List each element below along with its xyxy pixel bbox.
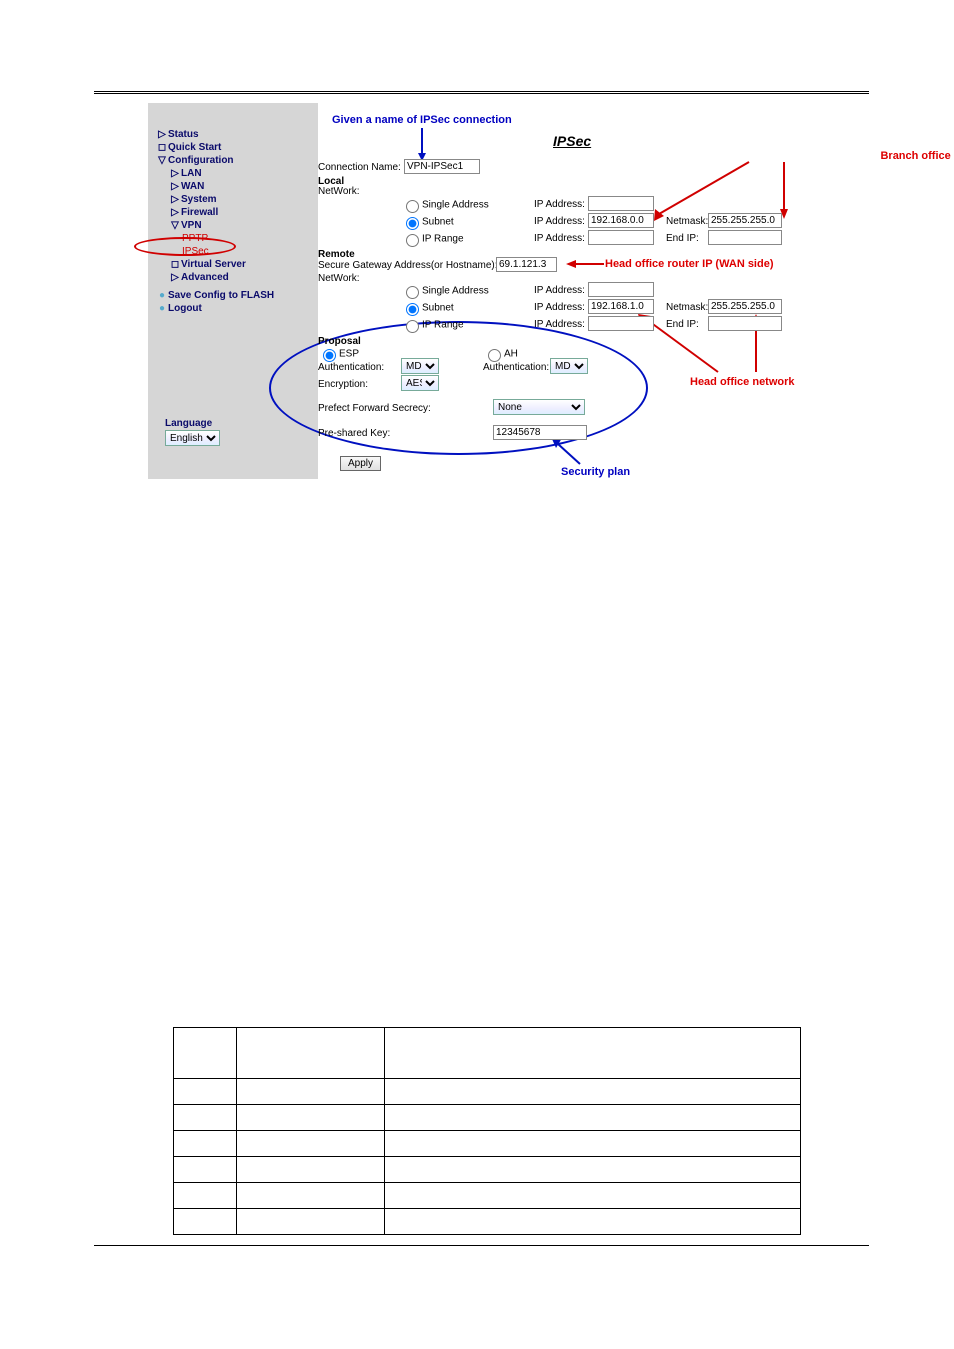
pfs-label: Prefect Forward Secrecy: <box>318 403 431 414</box>
screenshot-figure: ▷Status ◻Quick Start ▽Configuration ▷LAN… <box>148 103 869 479</box>
nav-wan[interactable]: ▷WAN <box>169 180 274 193</box>
remote-range-end-label: End IP: <box>666 319 699 330</box>
remote-subnet-ip-input[interactable] <box>588 299 654 314</box>
enc-select[interactable]: AES <box>401 375 439 391</box>
remote-range-ip-input[interactable] <box>588 316 654 331</box>
arrow-branch2 <box>778 159 818 224</box>
esp-radio[interactable] <box>323 349 336 362</box>
remote-range-radio[interactable] <box>406 320 419 333</box>
local-subnet-mask-label: Netmask: <box>666 216 708 227</box>
local-single-ip-label: IP Address: <box>534 199 585 210</box>
local-single-ip-input[interactable] <box>588 196 654 211</box>
nav-system[interactable]: ▷System <box>169 193 274 206</box>
local-subnet-ip-input[interactable] <box>588 213 654 228</box>
local-single-label: Single Address <box>422 200 489 211</box>
nav-tree: ▷Status ◻Quick Start ▽Configuration ▷LAN… <box>156 128 274 315</box>
remote-subnet-mask-label: Netmask: <box>666 302 708 313</box>
esp-auth-label: Authentication: <box>318 362 384 373</box>
remote-subnet-mask-input[interactable] <box>708 299 782 314</box>
local-subnet-mask-input[interactable] <box>708 213 782 228</box>
secure-gw-input[interactable] <box>496 257 557 272</box>
local-subnet-label: Subnet <box>422 217 454 228</box>
anno-headip: Head office router IP (WAN side) <box>605 258 774 270</box>
table-row <box>174 1105 801 1131</box>
page-title: IPSec <box>553 133 591 149</box>
esp-label: ESP <box>339 349 359 360</box>
table-row <box>174 1157 801 1183</box>
table-row <box>174 1079 801 1105</box>
local-range-end-label: End IP: <box>666 233 699 244</box>
anno-name: Given a name of IPSec connection <box>332 114 512 126</box>
sidebar: ▷Status ◻Quick Start ▽Configuration ▷LAN… <box>148 103 318 479</box>
main-panel: IPSec Given a name of IPSec connection B… <box>318 103 869 479</box>
pfs-select[interactable]: None <box>493 399 585 415</box>
ah-radio[interactable] <box>488 349 501 362</box>
local-subnet-ip-label: IP Address: <box>534 216 585 227</box>
arrow-headip <box>566 260 606 270</box>
nav-virtual-server[interactable]: ◻Virtual Server <box>169 258 274 271</box>
secure-gw-label: Secure Gateway Address(or Hostname): <box>318 260 498 271</box>
remote-single-label: Single Address <box>422 286 489 297</box>
nav-vpn[interactable]: ▽VPN <box>169 219 274 232</box>
remote-single-ip-input[interactable] <box>588 282 654 297</box>
local-range-ip-label: IP Address: <box>534 233 585 244</box>
remote-subnet-radio[interactable] <box>406 303 419 316</box>
enc-label: Encryption: <box>318 379 368 390</box>
remote-single-ip-label: IP Address: <box>534 285 585 296</box>
table-row <box>174 1183 801 1209</box>
local-range-ip-input[interactable] <box>588 230 654 245</box>
remote-subnet-ip-label: IP Address: <box>534 302 585 313</box>
local-subnet-radio[interactable] <box>406 217 419 230</box>
esp-auth-select[interactable]: MD5 <box>401 358 439 374</box>
anno-headnet: Head office network <box>690 376 795 388</box>
psk-input[interactable] <box>493 425 587 440</box>
remote-range-label: IP Range <box>422 320 464 331</box>
apply-button[interactable]: Apply <box>340 456 381 471</box>
remote-subnet-label: Subnet <box>422 303 454 314</box>
nav-quick-start[interactable]: ◻Quick Start <box>156 141 274 154</box>
nav-firewall[interactable]: ▷Firewall <box>169 206 274 219</box>
data-table <box>173 1027 801 1235</box>
arrow-name <box>418 128 428 163</box>
table-row <box>174 1209 801 1235</box>
language-select[interactable]: English <box>165 430 220 446</box>
nav-configuration[interactable]: ▽Configuration <box>156 154 274 167</box>
remote-network-label: NetWork: <box>318 273 360 284</box>
local-range-end-input[interactable] <box>708 230 782 245</box>
bottom-rule <box>94 1245 869 1246</box>
circle-ipsec <box>134 237 236 256</box>
psk-label: Pre-shared Key: <box>318 428 390 439</box>
remote-single-radio[interactable] <box>406 286 419 299</box>
nav-save-config[interactable]: ●Save Config to FLASH <box>156 289 274 302</box>
remote-label: Remote <box>318 249 355 260</box>
table-row <box>174 1131 801 1157</box>
remote-range-end-input[interactable] <box>708 316 782 331</box>
local-network-label: NetWork: <box>318 186 360 197</box>
local-range-radio[interactable] <box>406 234 419 247</box>
ah-auth-label: Authentication: <box>483 362 549 373</box>
connection-name-input[interactable] <box>404 159 480 174</box>
nav-lan[interactable]: ▷LAN <box>169 167 274 180</box>
nav-advanced[interactable]: ▷Advanced <box>169 271 274 284</box>
language-label: Language <box>165 418 212 429</box>
top-rule <box>94 91 869 94</box>
nav-status[interactable]: ▷Status <box>156 128 274 141</box>
local-range-label: IP Range <box>422 234 464 245</box>
table-row <box>174 1028 801 1079</box>
anno-branch: Branch office network <box>880 150 954 162</box>
connection-name-label: Connection Name: <box>318 162 401 173</box>
local-single-radio[interactable] <box>406 200 419 213</box>
remote-range-ip-label: IP Address: <box>534 319 585 330</box>
ah-auth-select[interactable]: MD5 <box>550 358 588 374</box>
nav-logout[interactable]: ●Logout <box>156 302 274 315</box>
ah-label: AH <box>504 349 518 360</box>
